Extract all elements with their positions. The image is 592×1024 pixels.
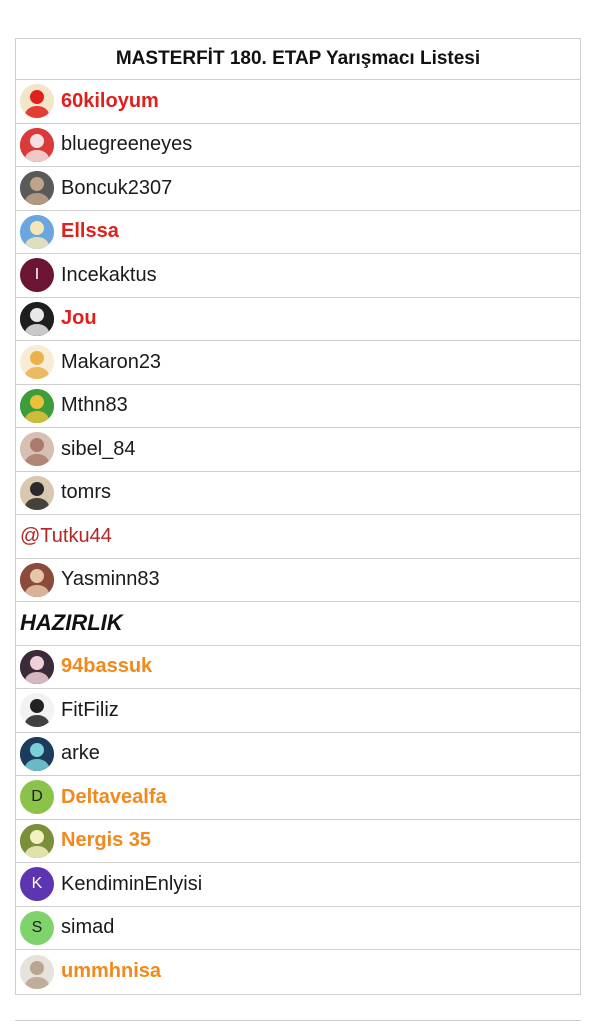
- contestant-row[interactable]: ummhnisa: [16, 950, 580, 994]
- contestant-rows: 60kiloyum bluegreeneyes Boncuk2307 Ellssa I I…: [16, 80, 580, 994]
- princess-avatar-icon[interactable]: [20, 214, 54, 249]
- username-label[interactable]: 60kiloyum: [61, 90, 159, 113]
- letter-avatar-icon[interactable]: S: [20, 910, 54, 945]
- username-label[interactable]: Makaron23: [61, 351, 161, 374]
- username-label[interactable]: Incekaktus: [61, 264, 157, 287]
- couple-avatar-icon[interactable]: [20, 171, 54, 206]
- garden-avatar-icon[interactable]: [20, 388, 54, 423]
- contestant-row[interactable]: bluegreeneyes: [16, 124, 580, 167]
- contestant-list-table: MASTERFİT 180. ETAP Yarışmacı Listesi 60…: [15, 38, 581, 995]
- username-label[interactable]: sibel_84: [61, 438, 136, 461]
- contestant-row[interactable]: Ellssa: [16, 211, 580, 254]
- contestant-row[interactable]: Boncuk2307: [16, 167, 580, 211]
- panda-avatar-icon[interactable]: [20, 693, 54, 728]
- contestant-row[interactable]: Jou: [16, 298, 580, 341]
- dancer-avatar-icon[interactable]: [20, 84, 54, 119]
- username-label[interactable]: bluegreeneyes: [61, 133, 192, 156]
- abstract-avatar-icon[interactable]: [20, 736, 54, 771]
- family-avatar-icon[interactable]: [20, 954, 54, 989]
- username-label[interactable]: Deltavealfa: [61, 786, 167, 809]
- flowers-avatar-icon[interactable]: [20, 127, 54, 162]
- contestant-row[interactable]: Mthn83: [16, 385, 580, 428]
- portrait-avatar-icon[interactable]: [20, 475, 54, 510]
- woman-avatar-icon[interactable]: [20, 562, 54, 597]
- username-label[interactable]: 94bassuk: [61, 655, 152, 678]
- contestant-row[interactable]: arke: [16, 733, 580, 776]
- anime-avatar-icon[interactable]: [20, 649, 54, 684]
- username-label[interactable]: FitFiliz: [61, 699, 119, 722]
- contestant-row[interactable]: tomrs: [16, 472, 580, 515]
- username-label[interactable]: Boncuk2307: [61, 177, 172, 200]
- username-label[interactable]: tomrs: [61, 481, 111, 504]
- username-label[interactable]: Nergis 35: [61, 829, 151, 852]
- username-label[interactable]: Yasminn83: [61, 568, 160, 591]
- avatar-letter: D: [31, 788, 43, 806]
- section-title: HAZIRLIK: [20, 610, 123, 636]
- contestant-row[interactable]: 60kiloyum: [16, 80, 580, 124]
- letter-avatar-icon[interactable]: K: [20, 867, 54, 902]
- avatar-letter: S: [31, 918, 43, 936]
- username-label[interactable]: arke: [61, 742, 100, 765]
- username-label[interactable]: KendiminEnlyisi: [61, 873, 202, 896]
- contestant-row[interactable]: 94bassuk: [16, 646, 580, 689]
- avatar-letter: I: [34, 266, 40, 284]
- username-label[interactable]: ummhnisa: [61, 960, 161, 983]
- contestant-row[interactable]: I Incekaktus: [16, 254, 580, 298]
- letter-avatar-icon[interactable]: D: [20, 780, 54, 815]
- contestant-row[interactable]: Makaron23: [16, 341, 580, 385]
- contestant-row[interactable]: sibel_84: [16, 428, 580, 472]
- username-label[interactable]: simad: [61, 916, 114, 939]
- letter-avatar-icon[interactable]: I: [20, 258, 54, 293]
- contestant-row[interactable]: Ssimad: [16, 907, 580, 950]
- bottom-divider: [15, 1020, 581, 1021]
- contestant-row[interactable]: Yasminn83: [16, 559, 580, 602]
- username-label[interactable]: Jou: [61, 307, 97, 330]
- hands-avatar-icon[interactable]: [20, 432, 54, 467]
- user-mention-link[interactable]: @Tutku44: [20, 525, 112, 548]
- contestant-row[interactable]: D Deltavealfa: [16, 776, 580, 820]
- username-label[interactable]: Mthn83: [61, 394, 128, 417]
- username-label[interactable]: Ellssa: [61, 220, 119, 243]
- doll-avatar-icon[interactable]: [20, 345, 54, 380]
- contestant-row[interactable]: Nergis 35: [16, 820, 580, 863]
- avatar-letter: K: [31, 875, 43, 893]
- flower-avatar-icon[interactable]: [20, 823, 54, 858]
- contestant-row[interactable]: FitFiliz: [16, 689, 580, 733]
- sketch-avatar-icon[interactable]: [20, 301, 54, 336]
- contestant-row[interactable]: K KendiminEnlyisi: [16, 863, 580, 907]
- contestant-row[interactable]: @Tutku44: [16, 515, 580, 559]
- section-header-row: HAZIRLIK: [16, 602, 580, 646]
- list-title: MASTERFİT 180. ETAP Yarışmacı Listesi: [16, 39, 580, 80]
